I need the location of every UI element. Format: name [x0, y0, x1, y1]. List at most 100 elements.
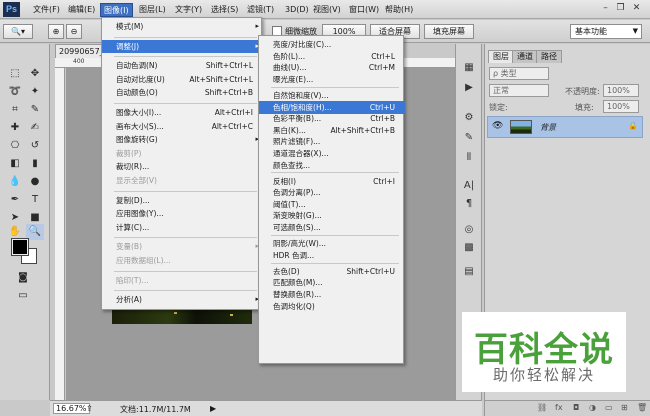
magic-wand-icon[interactable]: ✦ [26, 84, 44, 100]
layer-filter-select[interactable]: ρ 类型 [489, 67, 549, 80]
fill-field[interactable]: 100% [603, 100, 639, 113]
zoom-tool-icon[interactable]: 🔍 [26, 224, 44, 240]
tab-layers[interactable]: 图层 [488, 50, 514, 63]
menu-separator [271, 86, 399, 88]
gradient-tool-icon[interactable]: ▮ [26, 156, 44, 172]
zoom-in-button[interactable]: ⊕ [48, 24, 64, 39]
eye-icon[interactable]: 👁 [492, 121, 503, 131]
adjust-menu-item[interactable]: 可选颜色(S)... [259, 221, 405, 234]
menu-item-label: 计算(C)... [116, 222, 150, 232]
crop-tool-icon[interactable]: ⌗ [6, 102, 24, 118]
image-menu-item[interactable]: 图像大小(I)... Alt+Ctrl+I [102, 106, 263, 119]
image-menu-item[interactable]: 应用图像(Y)... [102, 207, 263, 220]
image-menu-item[interactable]: 分析(A)▸ [102, 293, 263, 306]
paragraph-panel-icon[interactable]: ¶ [460, 196, 478, 212]
layer-row[interactable]: 👁 背景 🔒 [487, 116, 643, 138]
pen-tool-icon[interactable]: ✒ [6, 192, 24, 208]
tab-channels[interactable]: 通道 [512, 50, 538, 63]
lasso-tool-icon[interactable]: ➰ [6, 84, 24, 100]
brush-panel-icon[interactable]: ⦀ [460, 150, 478, 166]
healing-brush-icon[interactable]: ✚ [6, 120, 24, 136]
zoom-level[interactable]: 16.67% [53, 403, 90, 414]
menu-5[interactable]: 选择(S) [208, 3, 241, 17]
adjustment-layer-icon[interactable]: ◑ [589, 403, 596, 412]
adjust-menu-item[interactable]: 曝光度(E)... [259, 73, 405, 86]
character-panel-icon[interactable]: A| [460, 178, 478, 194]
mask-icon[interactable]: ◘ [573, 403, 579, 412]
minimize-button[interactable]: – [599, 2, 612, 15]
image-menu-item[interactable]: 裁切(R)... [102, 160, 263, 173]
status-arrow-icon[interactable]: ▶ [210, 404, 216, 413]
image-menu-item[interactable]: 自动色调(N) Shift+Ctrl+L [102, 59, 263, 72]
menu-separator [271, 234, 399, 236]
folder-icon[interactable]: ▭ [605, 403, 613, 412]
image-menu-item[interactable]: 自动对比度(U) Alt+Shift+Ctrl+L [102, 73, 263, 86]
menu-0[interactable]: 文件(F) [30, 3, 63, 17]
image-menu-item[interactable]: 复制(D)... [102, 194, 263, 207]
styles-panel-icon[interactable]: ▤ [460, 264, 478, 280]
clone-stamp-icon[interactable]: ⎔ [6, 138, 24, 154]
actions-panel-icon[interactable]: ▶ [460, 80, 478, 96]
close-button[interactable]: ✕ [630, 2, 643, 15]
fill-label: 填充: [575, 103, 594, 112]
blur-tool-icon[interactable]: 💧 [6, 174, 24, 190]
menu-item-label: 裁切(R)... [116, 162, 150, 172]
quick-mask-icon[interactable]: ◙ [14, 270, 32, 286]
history-panel-icon[interactable]: ▦ [460, 60, 478, 76]
menu-1[interactable]: 编辑(E) [65, 3, 98, 17]
restore-button[interactable]: ❐ [614, 2, 627, 15]
export-icon[interactable]: ⇪ [86, 404, 93, 413]
image-menu-item[interactable]: 自动颜色(O) Shift+Ctrl+B [102, 86, 263, 99]
menu-item-shortcut: Alt+Shift+Ctrl+L [189, 74, 253, 84]
history-brush-icon[interactable]: ↺ [26, 138, 44, 154]
type-tool-icon[interactable]: T [26, 192, 44, 208]
workspace-value: 基本功能 [575, 27, 607, 36]
dodge-tool-icon[interactable]: ● [26, 174, 44, 190]
image-menu-item[interactable]: 调整(J)▸ [102, 39, 263, 53]
image-menu-item[interactable]: 图像旋转(G)▸ [102, 133, 263, 146]
image-menu-item[interactable]: 计算(C)... [102, 221, 263, 234]
tab-paths[interactable]: 路径 [536, 50, 562, 63]
move-tool-icon[interactable]: ✥ [26, 66, 44, 82]
zoom-tool-preset[interactable]: 🔍▾ [3, 24, 33, 39]
fx-icon[interactable]: fx [555, 403, 563, 412]
menu-8[interactable]: 视图(V) [310, 3, 344, 17]
new-layer-icon[interactable]: ⊞ [621, 403, 628, 412]
image-menu-item: 应用数据组(L)... [102, 254, 263, 267]
swatches-panel-icon[interactable]: ▩ [460, 240, 478, 256]
chevron-down-icon: ▼ [632, 27, 638, 35]
menu-separator [114, 270, 257, 272]
menu-9[interactable]: 窗口(W) [346, 3, 382, 17]
color-panel-icon[interactable]: ◎ [460, 222, 478, 238]
menu-4[interactable]: 文字(Y) [172, 3, 205, 17]
trash-icon[interactable]: 🗑 [637, 403, 647, 412]
screen-mode-icon[interactable]: ▭ [14, 288, 32, 304]
menu-item-label: 色调均化(Q) [273, 301, 315, 311]
image-menu-item: 显示全部(V) [102, 174, 263, 187]
menu-10[interactable]: 帮助(H) [382, 3, 416, 17]
marquee-tool-icon[interactable]: ⬚ [6, 66, 24, 82]
blend-mode-select[interactable]: 正常 [489, 84, 549, 97]
link-icon[interactable]: ⛓ [537, 403, 547, 412]
eyedropper-icon[interactable]: ✎ [26, 102, 44, 118]
eraser-tool-icon[interactable]: ◧ [6, 156, 24, 172]
brush-tool-icon[interactable]: ✍ [26, 120, 44, 136]
image-menu-item[interactable]: 画布大小(S)... Alt+Ctrl+C [102, 120, 263, 133]
adjust-menu-item[interactable]: 颜色查找... [259, 159, 405, 172]
menu-item-label: 应用图像(Y)... [116, 209, 164, 219]
fill-screen-button[interactable]: 填充屏幕 [424, 24, 474, 39]
adjustments-panel-icon[interactable]: ⚙ [460, 110, 478, 126]
foreground-color-swatch[interactable] [11, 238, 29, 256]
adjust-menu-item[interactable]: 色调均化(Q) [259, 300, 405, 313]
zoom-out-button[interactable]: ⊖ [66, 24, 82, 39]
menu-2[interactable]: 图像(I) [100, 3, 133, 17]
image-menu-item[interactable]: 模式(M) ▸ [102, 20, 263, 33]
properties-panel-icon[interactable]: ✎ [460, 130, 478, 146]
hand-tool-icon[interactable]: ✋ [6, 224, 24, 240]
menu-7[interactable]: 3D(D) [282, 3, 312, 17]
adjust-menu-item[interactable]: HDR 色调... [259, 249, 405, 262]
menu-3[interactable]: 图层(L) [136, 3, 169, 17]
opacity-field[interactable]: 100% [603, 84, 639, 97]
menu-6[interactable]: 滤镜(T) [244, 3, 277, 17]
workspace-select[interactable]: 基本功能 ▼ [570, 24, 642, 39]
